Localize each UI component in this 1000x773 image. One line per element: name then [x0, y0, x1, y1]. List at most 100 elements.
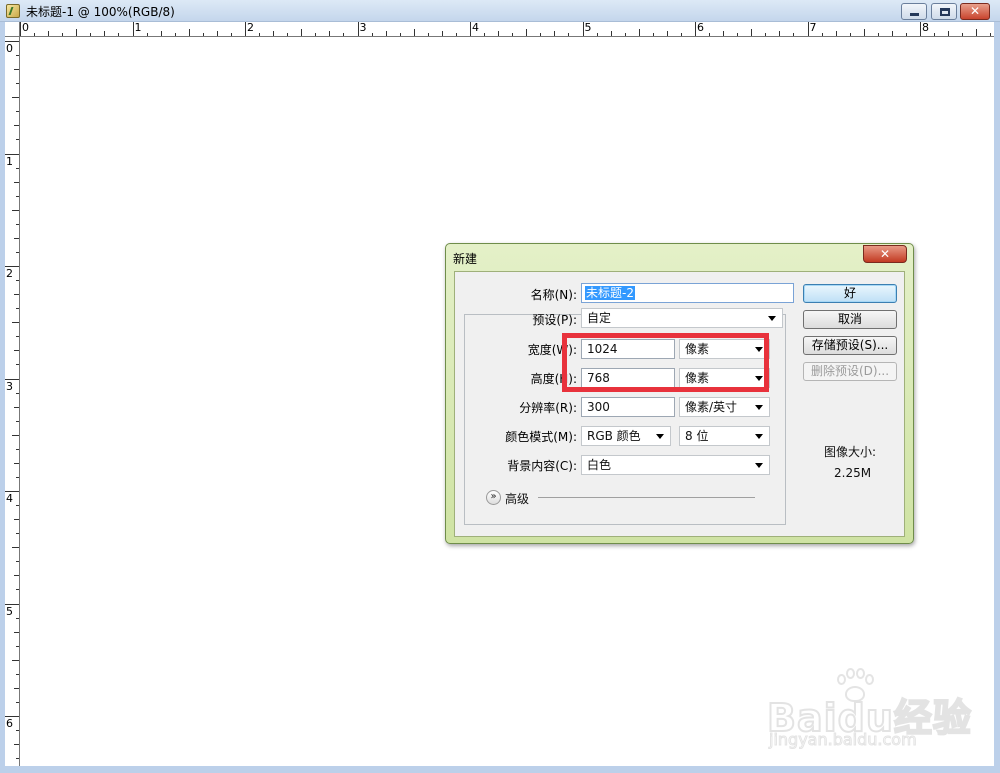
ruler-tick — [765, 33, 767, 36]
ruler-tick — [174, 33, 176, 36]
ruler-tick — [14, 406, 19, 408]
photoshop-document-icon — [6, 4, 20, 18]
ruler-tick — [16, 476, 19, 478]
ruler-tick — [568, 33, 570, 36]
ruler-label: 1 — [134, 22, 142, 34]
ruler-tick — [484, 33, 486, 36]
width-input[interactable]: 1024 — [581, 339, 675, 359]
name-value: 未标题-2 — [585, 286, 635, 300]
ruler-tick — [90, 33, 92, 36]
ruler-tick — [863, 29, 865, 36]
ruler-tick — [14, 687, 19, 689]
dropdown-arrow-icon — [768, 316, 776, 321]
ruler-tick — [455, 33, 457, 36]
dropdown-arrow-icon — [755, 376, 763, 381]
ruler-tick — [14, 125, 19, 127]
ruler-tick — [441, 31, 443, 36]
minimize-button[interactable] — [901, 3, 927, 20]
ruler-tick — [16, 195, 19, 197]
ruler-tick — [16, 251, 19, 253]
window-frame-right — [994, 22, 1000, 773]
ruler-tick — [16, 392, 19, 394]
cancel-button[interactable]: 取消 — [803, 310, 897, 329]
width-value: 1024 — [587, 342, 618, 356]
dialog-close-button[interactable]: ✕ — [863, 245, 907, 263]
height-label: 高度(H): — [530, 372, 577, 386]
height-input[interactable]: 768 — [581, 368, 675, 388]
ruler-tick — [962, 33, 964, 36]
ruler-tick — [259, 33, 261, 36]
dropdown-arrow-icon — [755, 463, 763, 468]
ruler-tick — [132, 22, 134, 36]
resolution-unit-select[interactable]: 像素/英寸 — [679, 397, 770, 417]
ruler-tick — [216, 31, 218, 36]
width-unit-select[interactable]: 像素 — [679, 339, 770, 359]
ruler-tick — [737, 33, 739, 36]
ruler-tick — [14, 350, 19, 352]
ruler-tick — [14, 237, 19, 239]
ruler-tick — [695, 22, 696, 36]
ruler-tick — [12, 322, 19, 324]
window-title-bar: 未标题-1 @ 100%(RGB/8) ✕ — [0, 0, 1000, 22]
ruler-tick — [835, 31, 837, 36]
ruler-tick — [16, 55, 19, 57]
height-unit-value: 像素 — [685, 371, 710, 385]
ruler-tick — [245, 22, 246, 36]
ruler-tick — [680, 33, 682, 36]
ruler-tick — [779, 31, 781, 36]
ruler-tick — [12, 97, 19, 99]
window-frame-bottom — [0, 766, 1000, 773]
ruler-tick — [666, 31, 668, 36]
ruler-label: 0 — [22, 22, 29, 34]
ruler-tick — [287, 33, 289, 36]
close-icon: ✕ — [879, 247, 891, 261]
advanced-expand-button[interactable]: » — [486, 490, 501, 505]
advanced-label[interactable]: 高级 — [505, 490, 529, 507]
height-unit-select[interactable]: 像素 — [679, 368, 770, 388]
maximize-button[interactable] — [931, 3, 957, 20]
save-preset-button[interactable]: 存储预设(S)... — [803, 336, 897, 355]
ruler-tick — [202, 33, 204, 36]
ruler-tick — [371, 33, 373, 36]
ruler-tick — [920, 22, 921, 36]
resolution-input[interactable]: 300 — [581, 397, 675, 417]
ruler-tick — [16, 83, 19, 85]
ruler-tick — [905, 33, 907, 36]
ruler-tick — [14, 744, 19, 746]
ruler-label: 3 — [6, 379, 13, 393]
ruler-tick — [385, 31, 387, 36]
ruler-tick — [104, 31, 106, 36]
vertical-ruler[interactable]: 0 1 2 3 4 5 6 — [5, 37, 20, 766]
color-mode-select[interactable]: RGB 颜色 — [581, 426, 671, 446]
window-close-button[interactable]: ✕ — [960, 3, 990, 20]
ruler-tick — [76, 29, 78, 36]
ruler-tick — [16, 561, 19, 563]
ruler-tick — [16, 448, 19, 450]
ruler-tick — [14, 462, 19, 464]
ruler-tick — [16, 111, 19, 113]
ruler-tick — [624, 33, 626, 36]
ruler-tick — [188, 29, 190, 36]
bit-depth-select[interactable]: 8 位 — [679, 426, 770, 446]
ruler-tick — [498, 31, 500, 36]
ruler-label: 5 — [6, 604, 13, 618]
ruler-label: 4 — [472, 22, 479, 34]
ruler-tick — [16, 645, 19, 647]
ruler-tick — [12, 547, 19, 549]
chevron-down-icon: » — [490, 491, 497, 502]
preset-select[interactable]: 自定 — [581, 308, 783, 328]
horizontal-ruler[interactable]: 0 1 2 3 4 5 6 7 8 — [5, 22, 994, 37]
preset-value: 自定 — [587, 311, 612, 325]
ruler-tick — [610, 31, 612, 36]
ruler-label: 8 — [922, 22, 929, 34]
background-select[interactable]: 白色 — [581, 455, 770, 475]
ruler-label: 3 — [359, 22, 367, 34]
ruler-tick — [62, 33, 64, 36]
image-size-value: 2.25M — [834, 466, 872, 480]
dropdown-arrow-icon — [755, 405, 763, 410]
ruler-tick — [16, 336, 19, 338]
ok-button[interactable]: 好 — [803, 284, 897, 303]
name-input[interactable]: 未标题-2 — [581, 283, 794, 303]
ruler-tick — [976, 29, 978, 36]
ruler-origin[interactable] — [5, 22, 20, 37]
